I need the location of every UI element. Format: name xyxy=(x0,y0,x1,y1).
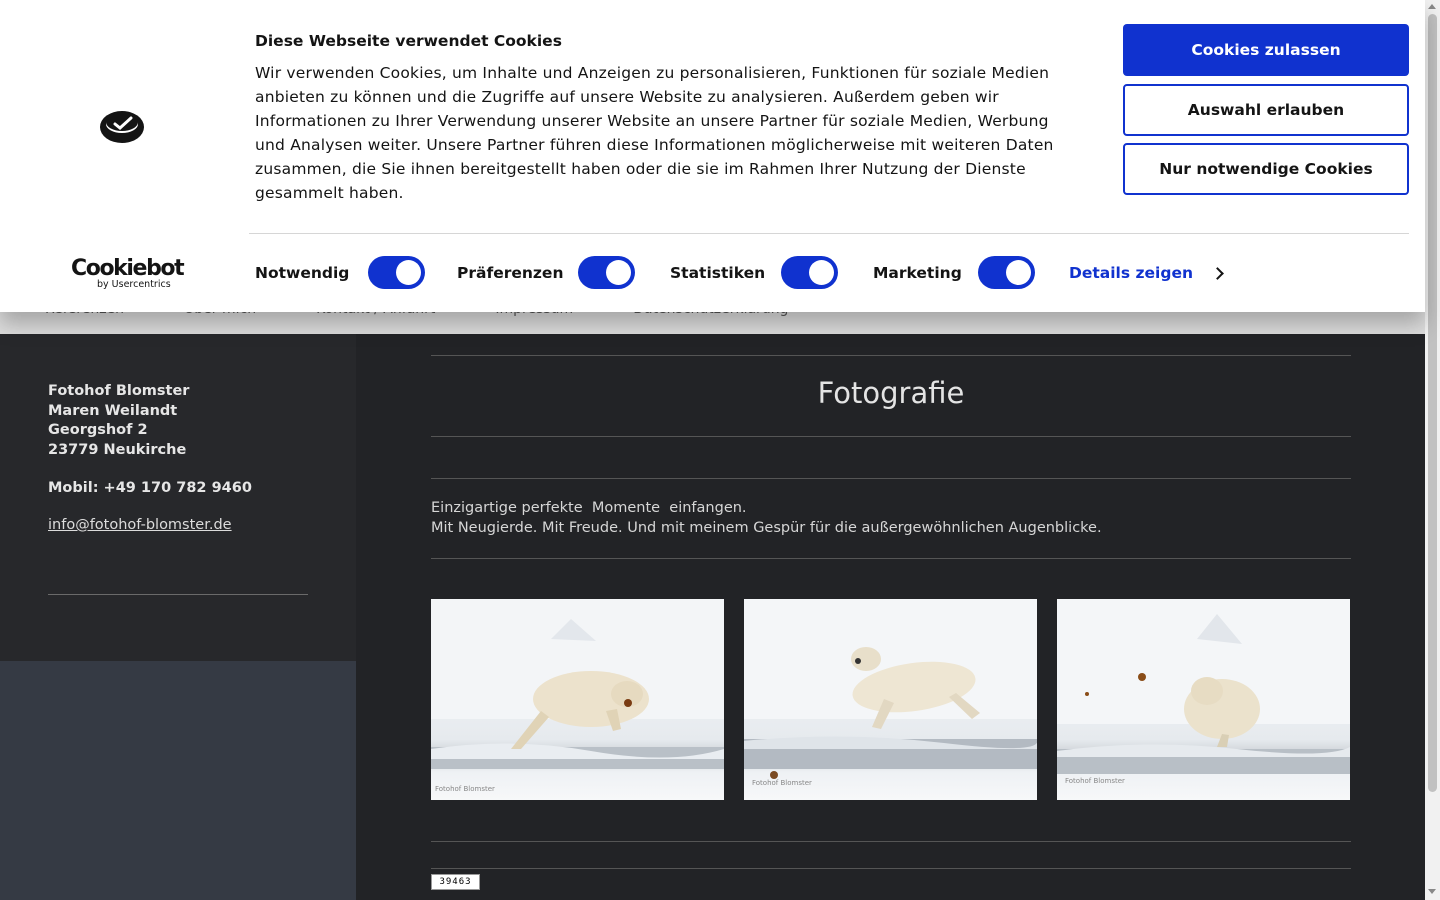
gallery-photo-2[interactable]: Fotohof Blomster xyxy=(744,599,1037,800)
cookie-banner-title: Diese Webseite verwendet Cookies xyxy=(255,32,562,50)
toggle-marketing[interactable] xyxy=(977,256,1035,289)
toggle-statistiken[interactable] xyxy=(781,256,839,289)
allow-all-cookies-button[interactable]: Cookies zulassen xyxy=(1123,24,1409,76)
contact-address: Fotohof Blomster Maren Weilandt Georgsho… xyxy=(48,382,252,499)
address-street: Georgshof 2 xyxy=(48,422,148,438)
scroll-up-arrow-icon[interactable] xyxy=(1428,4,1436,9)
sidebar-lower-panel xyxy=(0,661,356,900)
toggle-label: Notwendig xyxy=(255,263,350,282)
scrollbar-thumb[interactable] xyxy=(1428,14,1437,792)
toggle-label: Statistiken xyxy=(670,263,766,282)
toggle-notwendig[interactable] xyxy=(368,256,426,289)
scrollbar[interactable] xyxy=(1425,0,1440,900)
necessary-cookies-only-button[interactable]: Nur notwendige Cookies xyxy=(1123,143,1409,195)
photo-watermark: Fotohof Blomster xyxy=(752,779,812,787)
cookiebot-brand-sub: by Usercentrics xyxy=(97,279,171,290)
cookie-banner-text: Wir verwenden Cookies, um Inhalte und An… xyxy=(255,64,1054,202)
divider xyxy=(431,478,1351,479)
intro-text: Einzigartige perfekte Momente einfangen.… xyxy=(431,499,1102,538)
cookie-banner-divider xyxy=(249,233,1409,234)
toggle-group-marketing: Marketing xyxy=(873,256,1035,289)
intro-line-1: Einzigartige perfekte Momente einfangen. xyxy=(431,500,747,516)
toggle-group-praeferenzen: Präferenzen xyxy=(457,256,636,289)
polar-bear-image: Fotohof Blomster xyxy=(744,599,1037,787)
polar-bear-image: Fotohof Blomster xyxy=(431,599,724,793)
mobile-number: Mobil: +49 170 782 9460 xyxy=(48,480,252,496)
gallery-photo-1[interactable]: Fotohof Blomster xyxy=(431,599,724,800)
divider xyxy=(431,841,1351,842)
toggle-label: Präferenzen xyxy=(457,263,564,282)
divider xyxy=(431,436,1351,437)
page-title: Fotografie xyxy=(817,376,965,410)
gallery-photo-3[interactable]: Fotohof Blomster xyxy=(1057,599,1350,800)
photo-watermark: Fotohof Blomster xyxy=(1065,777,1125,785)
toggle-group-notwendig: Notwendig xyxy=(255,256,426,289)
chevron-right-icon xyxy=(1211,266,1224,280)
address-city: 23779 Neukirche xyxy=(48,441,187,458)
photo-watermark: Fotohof Blomster xyxy=(435,785,495,793)
toggle-group-statistiken: Statistiken xyxy=(670,256,839,289)
show-details-label: Details zeigen xyxy=(1069,264,1193,282)
toggle-praeferenzen[interactable] xyxy=(578,256,636,289)
divider xyxy=(431,355,1351,356)
cookiebot-logo-icon xyxy=(100,111,144,143)
scroll-down-arrow-icon[interactable] xyxy=(1428,889,1436,894)
address-person: Maren Weilandt xyxy=(48,402,178,419)
address-company: Fotohof Blomster xyxy=(48,383,190,399)
visitor-counter: 39463 xyxy=(431,874,480,890)
cookie-consent-banner: Diese Webseite verwendet Cookies Wir ver… xyxy=(0,0,1425,312)
sidebar-divider xyxy=(48,594,308,595)
polar-bear-image: Fotohof Blomster xyxy=(1057,599,1350,785)
toggle-label: Marketing xyxy=(873,263,962,282)
email-link[interactable]: info@fotohof-blomster.de xyxy=(48,517,232,533)
intro-line-2: Mit Neugierde. Mit Freude. Und mit meine… xyxy=(431,519,1102,536)
divider xyxy=(431,558,1351,559)
divider xyxy=(431,868,1351,869)
allow-selection-button[interactable]: Auswahl erlauben xyxy=(1123,84,1409,136)
show-details-link[interactable]: Details zeigen xyxy=(1069,264,1224,282)
cookiebot-brand-name: Cookiebot xyxy=(71,256,185,281)
cookiebot-brand: Cookiebot by Usercentrics xyxy=(71,256,185,291)
